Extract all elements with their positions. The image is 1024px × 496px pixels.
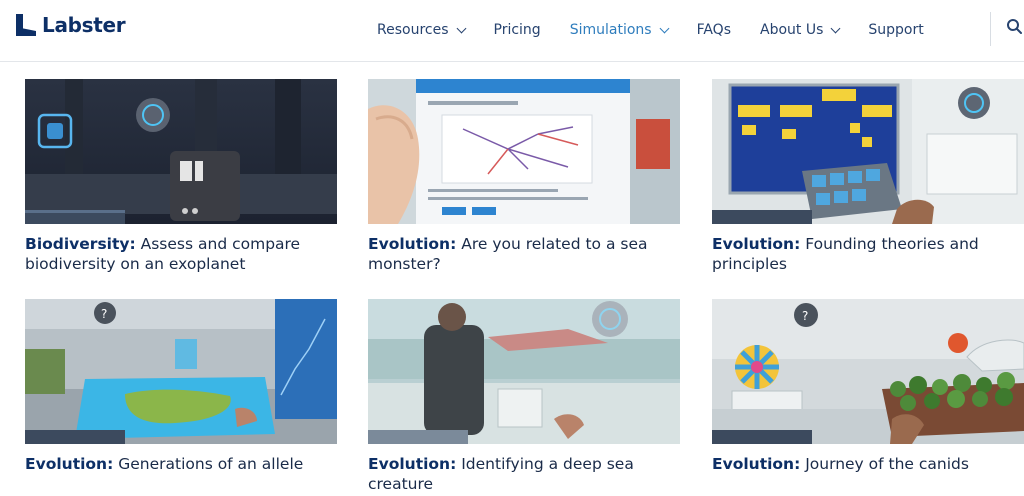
labster-logo-icon [16, 14, 36, 36]
chevron-down-icon [659, 23, 670, 33]
nav-divider [990, 12, 991, 46]
site-header: Labster Resources Pricing Simulations FA… [0, 0, 1024, 62]
search-icon[interactable] [1006, 18, 1024, 36]
simulation-thumbnail[interactable]: ? [25, 299, 337, 444]
simulation-thumbnail[interactable]: ? [712, 299, 1024, 444]
svg-text:?: ? [101, 307, 107, 321]
card-category: Evolution: [25, 455, 114, 473]
card-category: Evolution: [368, 455, 457, 473]
nav-item-label: Support [868, 22, 924, 38]
labster-logo[interactable]: Labster [16, 13, 126, 37]
nav-item-label: About Us [760, 22, 824, 38]
nav-item-support[interactable]: Support [868, 22, 923, 38]
card-title[interactable]: Biodiversity: Assess and compare biodive… [25, 234, 337, 274]
card-category: Evolution: [712, 455, 801, 473]
simulation-card[interactable]: Evolution: Founding theories and princip… [712, 79, 1024, 274]
nav-item-pricing[interactable]: Pricing [494, 22, 541, 38]
nav-item-about-us[interactable]: About Us [760, 22, 841, 38]
simulation-thumbnail[interactable] [712, 79, 1024, 224]
card-name: Journey of the canids [800, 455, 969, 473]
main-nav: Resources Pricing Simulations FAQs About… [377, 22, 924, 38]
card-category: Evolution: [712, 235, 801, 253]
simulation-thumbnail[interactable] [25, 79, 337, 224]
simulation-card[interactable]: Evolution: Are you related to a sea mons… [368, 79, 680, 274]
nav-item-faqs[interactable]: FAQs [697, 22, 731, 38]
nav-item-resources[interactable]: Resources [377, 22, 466, 38]
nav-item-label: Simulations [569, 22, 652, 38]
nav-item-label: FAQs [696, 22, 731, 38]
logo-text: Labster [42, 13, 126, 37]
nav-item-label: Pricing [493, 22, 541, 38]
chevron-down-icon [456, 23, 466, 33]
simulation-thumbnail[interactable] [368, 79, 680, 224]
svg-text:?: ? [802, 309, 808, 323]
nav-item-label: Resources [377, 22, 449, 38]
card-name: Generations of an allele [113, 455, 304, 473]
card-title[interactable]: Evolution: Identifying a deep sea creatu… [368, 454, 680, 494]
chevron-down-icon [830, 23, 841, 33]
card-title[interactable]: Evolution: Journey of the canids [712, 454, 1024, 474]
card-title[interactable]: Evolution: Founding theories and princip… [712, 234, 1024, 274]
simulation-thumbnail[interactable] [368, 299, 680, 444]
simulation-card[interactable]: ? Evolution: Generations of an allele [25, 299, 337, 474]
simulation-card[interactable]: ? Evolution: Journey of the canids [712, 299, 1024, 474]
simulation-card[interactable]: Biodiversity: Assess and compare biodive… [25, 79, 337, 274]
card-category: Biodiversity: [25, 235, 136, 253]
card-category: Evolution: [368, 235, 457, 253]
card-title[interactable]: Evolution: Are you related to a sea mons… [368, 234, 680, 274]
nav-item-simulations[interactable]: Simulations [569, 22, 670, 38]
simulation-card[interactable]: Evolution: Identifying a deep sea creatu… [368, 299, 680, 494]
card-title[interactable]: Evolution: Generations of an allele [25, 454, 337, 474]
